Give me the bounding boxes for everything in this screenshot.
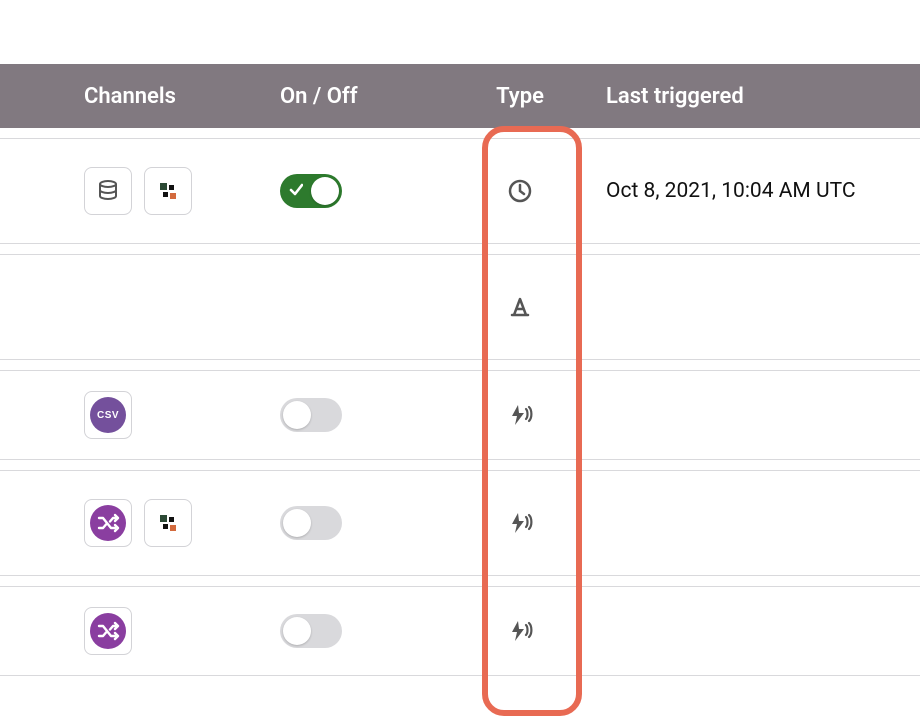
- toggle-knob: [283, 509, 311, 537]
- shuffle-icon: [90, 505, 126, 541]
- toggle-knob: [311, 177, 339, 205]
- channel-shuffle[interactable]: [84, 607, 132, 655]
- toggle-knob: [283, 617, 311, 645]
- csv-icon: CSV: [90, 397, 126, 433]
- column-header-channels[interactable]: Channels: [0, 84, 280, 109]
- broadcast-icon: [506, 509, 534, 537]
- toggle-enabled[interactable]: [280, 614, 342, 648]
- toggle-enabled[interactable]: [280, 506, 342, 540]
- channel-database[interactable]: [84, 167, 132, 215]
- channel-pixel[interactable]: [144, 499, 192, 547]
- broadcast-icon: [506, 401, 534, 429]
- channel-csv[interactable]: CSV: [84, 391, 132, 439]
- toggle-enabled[interactable]: [280, 174, 342, 208]
- table-row[interactable]: CSV: [0, 370, 920, 460]
- table: Channels On / Off Type Last triggered O: [0, 64, 920, 676]
- database-icon: [96, 179, 120, 203]
- clock-icon: [506, 177, 534, 205]
- pixel-icon: [156, 179, 180, 203]
- toggle-enabled[interactable]: [280, 398, 342, 432]
- table-row[interactable]: Oct 8, 2021, 10:04 AM UTC: [0, 138, 920, 244]
- shuffle-icon: [90, 613, 126, 649]
- last-triggered-value: Oct 8, 2021, 10:04 AM UTC: [580, 179, 920, 203]
- table-row[interactable]: [0, 254, 920, 360]
- table-row[interactable]: [0, 586, 920, 676]
- column-header-onoff[interactable]: On / Off: [280, 84, 460, 109]
- table-header-row: Channels On / Off Type Last triggered: [0, 64, 920, 128]
- channel-pixel[interactable]: [144, 167, 192, 215]
- check-icon: [289, 183, 303, 197]
- construction-icon: [506, 293, 534, 321]
- channel-shuffle[interactable]: [84, 499, 132, 547]
- broadcast-icon: [506, 617, 534, 645]
- column-header-last-triggered[interactable]: Last triggered: [580, 84, 920, 109]
- toggle-knob: [283, 401, 311, 429]
- table-row[interactable]: [0, 470, 920, 576]
- column-header-type[interactable]: Type: [460, 84, 580, 109]
- pixel-icon: [156, 511, 180, 535]
- csv-label: CSV: [97, 410, 119, 421]
